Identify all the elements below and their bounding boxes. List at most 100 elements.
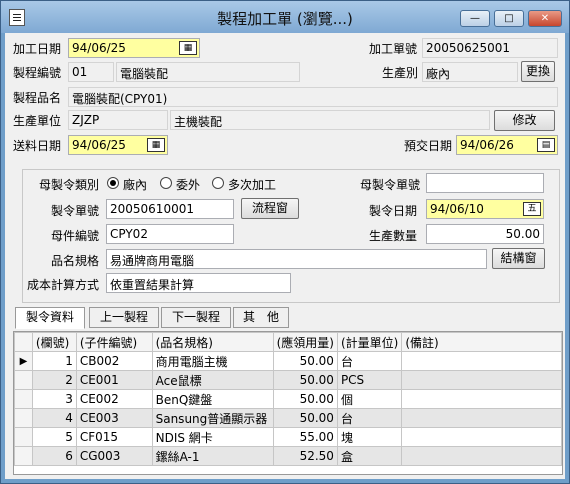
row-marker <box>14 446 33 466</box>
order-no-label: 製令單號 <box>51 204 100 218</box>
order-date-label: 製令日期 <box>369 204 418 218</box>
cell-code[interactable]: CE003 <box>75 408 153 428</box>
window: 製程加工單 (瀏覽...) — □ ✕ 加工日期 94/06/25 ▦ 加工單號… <box>0 0 570 484</box>
tab-prev-process[interactable]: 上一製程 <box>89 307 159 328</box>
spec-field[interactable]: 易通牌商用電腦 <box>106 249 487 269</box>
cell-name[interactable]: Sansung普通顯示器 <box>151 408 274 428</box>
cell-code[interactable]: CF015 <box>75 427 153 447</box>
change-button[interactable]: 更換 <box>521 61 555 82</box>
send-date-value: 94/06/25 <box>72 138 126 152</box>
cell-note[interactable] <box>401 408 562 428</box>
unit-code-field: ZJZP <box>68 110 168 130</box>
order-date-value: 94/06/10 <box>430 202 484 216</box>
cell-no[interactable]: 6 <box>31 446 77 466</box>
radio-outsource[interactable] <box>160 177 172 189</box>
tab-other[interactable]: 其 他 <box>233 307 289 328</box>
cell-unit[interactable]: 塊 <box>336 427 403 447</box>
radio-inhouse[interactable] <box>107 177 119 189</box>
cell-name[interactable]: 鏍絲A-1 <box>151 446 274 466</box>
cell-no[interactable]: 4 <box>31 408 77 428</box>
cell-unit[interactable]: 個 <box>336 389 403 409</box>
cell-qty[interactable]: 52.50 <box>272 446 338 466</box>
qty-field[interactable]: 50.00 <box>426 224 544 244</box>
parent-code-field[interactable]: CPY02 <box>106 224 234 244</box>
cell-name[interactable]: Ace鼠標 <box>151 370 274 390</box>
order-no-field[interactable]: 20050610001 <box>106 199 234 219</box>
edit-button[interactable]: 修改 <box>494 110 555 131</box>
close-button[interactable]: ✕ <box>528 10 562 27</box>
parent-code-label: 母件編號 <box>51 229 100 243</box>
calendar-icon[interactable]: ▦ <box>147 138 165 152</box>
radio-inhouse-label[interactable]: 廠內 <box>123 176 147 193</box>
process-date-field[interactable]: 94/06/25 ▦ <box>68 38 200 58</box>
tab-next-process[interactable]: 下一製程 <box>161 307 231 328</box>
parent-no-field[interactable] <box>426 173 544 193</box>
proc-code-field: 01 <box>68 62 114 82</box>
calendar-icon[interactable]: ▤ <box>537 138 555 152</box>
cell-qty[interactable]: 50.00 <box>272 351 338 371</box>
maximize-button[interactable]: □ <box>494 10 524 27</box>
cell-unit[interactable]: PCS <box>336 370 403 390</box>
cell-code[interactable]: CB002 <box>75 351 153 371</box>
col-name[interactable]: (品名規格) <box>151 332 274 352</box>
order-date-field[interactable]: 94/06/10 五 <box>426 199 544 219</box>
radio-multi-label[interactable]: 多次加工 <box>228 176 276 193</box>
col-qty[interactable]: (應領用量) <box>272 332 338 352</box>
flow-window-button[interactable]: 流程窗 <box>241 198 299 219</box>
title-bar[interactable]: 製程加工單 (瀏覽...) — □ ✕ <box>1 1 569 33</box>
due-date-field[interactable]: 94/06/26 ▤ <box>456 135 558 155</box>
cost-method-label: 成本計算方式 <box>27 278 100 292</box>
radio-multi[interactable] <box>212 177 224 189</box>
cell-unit[interactable]: 盒 <box>336 446 403 466</box>
col-code[interactable]: (子件編號) <box>75 332 153 352</box>
tab-order-data[interactable]: 製令資料 <box>15 307 85 329</box>
table-row[interactable]: 3 CE002 BenQ鍵盤 50.00 個 <box>14 389 562 409</box>
table-row[interactable]: 5 CF015 NDIS 網卡 55.00 塊 <box>14 427 562 447</box>
qty-label: 生產數量 <box>369 229 418 243</box>
minimize-button[interactable]: — <box>460 10 490 27</box>
table-row[interactable]: ▶ 1 CB002 商用電腦主機 50.00 台 <box>14 351 562 371</box>
calendar-icon[interactable]: ▦ <box>179 41 197 55</box>
send-date-field[interactable]: 94/06/25 ▦ <box>68 135 168 155</box>
radio-outsource-label[interactable]: 委外 <box>176 176 200 193</box>
cell-qty[interactable]: 55.00 <box>272 427 338 447</box>
cell-qty[interactable]: 50.00 <box>272 389 338 409</box>
table-row[interactable]: 4 CE003 Sansung普通顯示器 50.00 台 <box>14 408 562 428</box>
cell-no[interactable]: 5 <box>31 427 77 447</box>
cell-qty[interactable]: 50.00 <box>272 370 338 390</box>
cell-code[interactable]: CE001 <box>75 370 153 390</box>
col-unit[interactable]: (計量單位) <box>336 332 403 352</box>
table-row[interactable]: 6 CG003 鏍絲A-1 52.50 盒 <box>14 446 562 466</box>
cell-note[interactable] <box>401 370 562 390</box>
process-date-label: 加工日期 <box>13 42 62 56</box>
process-date-value: 94/06/25 <box>72 41 126 55</box>
row-marker <box>14 408 33 428</box>
unit-label: 生產單位 <box>13 114 62 128</box>
prod-type-label: 生產別 <box>382 66 419 80</box>
col-note[interactable]: (備註) <box>401 332 562 352</box>
components-table[interactable]: (欄號) (子件編號) (品名規格) (應領用量) (計量單位) (備註) ▶ … <box>13 331 563 475</box>
cell-name[interactable]: BenQ鍵盤 <box>151 389 274 409</box>
cell-note[interactable] <box>401 427 562 447</box>
current-row-arrow-icon: ▶ <box>14 351 33 371</box>
cell-unit[interactable]: 台 <box>336 408 403 428</box>
cell-note[interactable] <box>401 351 562 371</box>
cell-no[interactable]: 3 <box>31 389 77 409</box>
cell-code[interactable]: CE002 <box>75 389 153 409</box>
table-row[interactable]: 2 CE001 Ace鼠標 50.00 PCS <box>14 370 562 390</box>
cell-qty[interactable]: 50.00 <box>272 408 338 428</box>
cell-no[interactable]: 1 <box>31 351 77 371</box>
cell-unit[interactable]: 台 <box>336 351 403 371</box>
col-no[interactable]: (欄號) <box>31 332 77 352</box>
cell-note[interactable] <box>401 446 562 466</box>
structure-window-button[interactable]: 結構窗 <box>492 248 545 269</box>
cell-no[interactable]: 2 <box>31 370 77 390</box>
cell-note[interactable] <box>401 389 562 409</box>
cell-name[interactable]: NDIS 網卡 <box>151 427 274 447</box>
spec-label: 品名規格 <box>51 254 100 268</box>
cell-name[interactable]: 商用電腦主機 <box>151 351 274 371</box>
cost-method-field[interactable]: 依重置結果計算 <box>106 273 291 293</box>
proc-code-name-field: 電腦裝配 <box>116 62 300 82</box>
cell-code[interactable]: CG003 <box>75 446 153 466</box>
calendar-icon[interactable]: 五 <box>523 202 541 216</box>
